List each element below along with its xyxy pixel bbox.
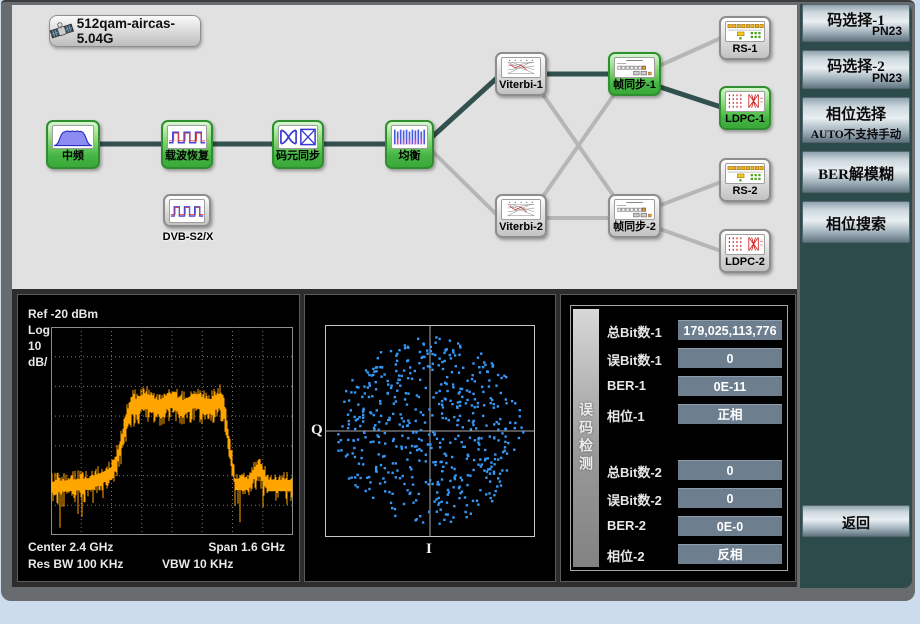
node-label: LDPC-1 xyxy=(725,112,765,127)
node-dvb-s2x[interactable] xyxy=(163,194,211,227)
total-bits-1-label: 总Bit数-1 xyxy=(607,322,662,341)
frame-structure-icon xyxy=(614,199,655,220)
ldpc-matrix-icon xyxy=(725,234,765,255)
phase-2-value: 反相 xyxy=(678,544,782,564)
error-detection-panel: 误码检测 总Bit数-1 179,025,113,776 误Bit数-1 0 B… xyxy=(560,294,796,582)
pn-code-2-value: PN23 xyxy=(872,71,902,85)
node-label: 载波恢复 xyxy=(165,149,209,164)
trellis-icon xyxy=(501,57,541,78)
phase-mode-value: AUTO不支持手动 xyxy=(803,126,909,142)
phase-select-button[interactable]: 相位选择 AUTO不支持手动 xyxy=(802,97,910,143)
button-label: 相位选择 xyxy=(803,103,909,124)
log-label: Log xyxy=(28,323,50,337)
node-ldpc-1[interactable]: LDPC-1 xyxy=(719,86,771,130)
equalizer-bars-icon xyxy=(391,125,428,149)
q-axis-label: Q xyxy=(311,422,323,439)
node-label-dvb: DVB-S2/X xyxy=(158,231,218,243)
span-label: Span 1.6 GHz xyxy=(208,540,285,554)
processing-chain-diagram: 512qam-aircas-5.04G 中频 载波恢复 xyxy=(12,5,797,289)
rbw-label: Res BW 100 KHz xyxy=(28,557,123,571)
rs-shift-register-icon xyxy=(725,163,765,184)
back-button[interactable]: 返回 xyxy=(802,505,910,537)
node-label: 码元同步 xyxy=(276,149,320,164)
spectrum-analyzer-panel: Ref -20 dBm Log 10 dB/ Center 2.4 GHz Sp… xyxy=(17,294,300,582)
spectrum-shape-icon xyxy=(52,125,94,149)
node-viterbi-2[interactable]: Viterbi-2 xyxy=(495,194,547,238)
error-panel-title: 误码检测 xyxy=(576,402,596,474)
node-frame-sync-2[interactable]: 帧同步-2 xyxy=(608,194,661,238)
node-label: Viterbi-2 xyxy=(499,220,543,235)
node-equalizer[interactable]: 均衡 xyxy=(385,120,434,169)
total-bits-1-value: 179,025,113,776 xyxy=(678,320,782,340)
spectrum-trace-plot xyxy=(51,327,293,535)
error-bits-1-value: 0 xyxy=(678,348,782,368)
node-frame-sync-1[interactable]: 帧同步-1 xyxy=(608,52,661,96)
button-label: 返回 xyxy=(803,513,909,533)
code-select-1-button[interactable]: 码选择-1 PN23 xyxy=(802,4,910,42)
error-panel-border: 误码检测 总Bit数-1 179,025,113,776 误Bit数-1 0 B… xyxy=(570,305,788,571)
error-bits-2-value: 0 xyxy=(678,488,782,508)
code-select-2-button[interactable]: 码选择-2 PN23 xyxy=(802,50,910,89)
node-label: 帧同步-1 xyxy=(613,78,656,93)
frame-structure-icon xyxy=(614,57,655,78)
ber-1-label: BER-1 xyxy=(607,378,646,393)
ber-1-value: 0E-11 xyxy=(678,376,782,396)
square-wave-icon xyxy=(169,199,205,223)
node-label: LDPC-2 xyxy=(725,255,765,270)
square-wave-icon xyxy=(167,125,207,149)
ref-level-label: Ref -20 dBm xyxy=(28,307,98,321)
constellation-panel: Q I xyxy=(304,294,556,582)
phase-1-label: 相位-1 xyxy=(607,406,645,425)
db-per-div-label: dB/ xyxy=(28,355,47,369)
constellation-plot xyxy=(325,325,535,537)
total-bits-2-label: 总Bit数-2 xyxy=(607,462,662,481)
pn-code-1-value: PN23 xyxy=(872,24,902,38)
satellite-icon xyxy=(50,18,74,44)
eye-diagram-icon xyxy=(278,125,318,149)
vbw-label: VBW 10 KHz xyxy=(162,557,233,571)
sidebar-menu: 码选择-1 PN23 码选择-2 PN23 相位选择 AUTO不支持手动 BER… xyxy=(800,4,912,588)
error-bits-1-label: 误Bit数-1 xyxy=(607,350,662,369)
node-ldpc-2[interactable]: LDPC-2 xyxy=(719,229,771,273)
i-axis-label: I xyxy=(426,541,432,558)
phase-search-button[interactable]: 相位搜索 xyxy=(802,201,910,243)
node-if[interactable]: 中频 xyxy=(46,120,100,169)
signal-select-button[interactable]: 512qam-aircas-5.04G xyxy=(49,15,201,47)
display-panels-row: Ref -20 dBm Log 10 dB/ Center 2.4 GHz Sp… xyxy=(12,289,797,587)
node-symbol-sync[interactable]: 码元同步 xyxy=(272,120,324,169)
error-panel-title-strip: 误码检测 xyxy=(573,309,599,567)
trellis-icon xyxy=(501,199,541,220)
button-label: 相位搜索 xyxy=(803,213,909,234)
node-label: 帧同步-2 xyxy=(613,220,656,235)
node-carrier-recovery[interactable]: 载波恢复 xyxy=(161,120,213,169)
button-label: BER解模糊 xyxy=(803,163,909,184)
center-freq-label: Center 2.4 GHz xyxy=(28,540,113,554)
phase-2-label: 相位-2 xyxy=(607,546,645,565)
node-label: 中频 xyxy=(62,149,84,164)
ber-2-label: BER-2 xyxy=(607,518,646,533)
node-rs-1[interactable]: RS-1 xyxy=(719,16,771,60)
ber-disambiguation-button[interactable]: BER解模糊 xyxy=(802,151,910,193)
window-frame: 512qam-aircas-5.04G 中频 载波恢复 xyxy=(1,0,915,601)
application-window: 512qam-aircas-5.04G 中频 载波恢复 xyxy=(0,0,920,624)
total-bits-2-value: 0 xyxy=(678,460,782,480)
scale-label: 10 xyxy=(28,339,41,353)
error-bits-2-label: 误Bit数-2 xyxy=(607,490,662,509)
ldpc-matrix-icon xyxy=(725,91,765,112)
node-rs-2[interactable]: RS-2 xyxy=(719,158,771,202)
signal-name-label: 512qam-aircas-5.04G xyxy=(77,16,200,46)
ber-2-value: 0E-0 xyxy=(678,516,782,536)
node-label: RS-2 xyxy=(732,184,757,199)
node-label: 均衡 xyxy=(399,149,421,164)
node-label: RS-1 xyxy=(732,42,757,57)
rs-shift-register-icon xyxy=(725,21,765,42)
node-label: Viterbi-1 xyxy=(499,78,543,93)
phase-1-value: 正相 xyxy=(678,404,782,424)
node-viterbi-1[interactable]: Viterbi-1 xyxy=(495,52,547,96)
